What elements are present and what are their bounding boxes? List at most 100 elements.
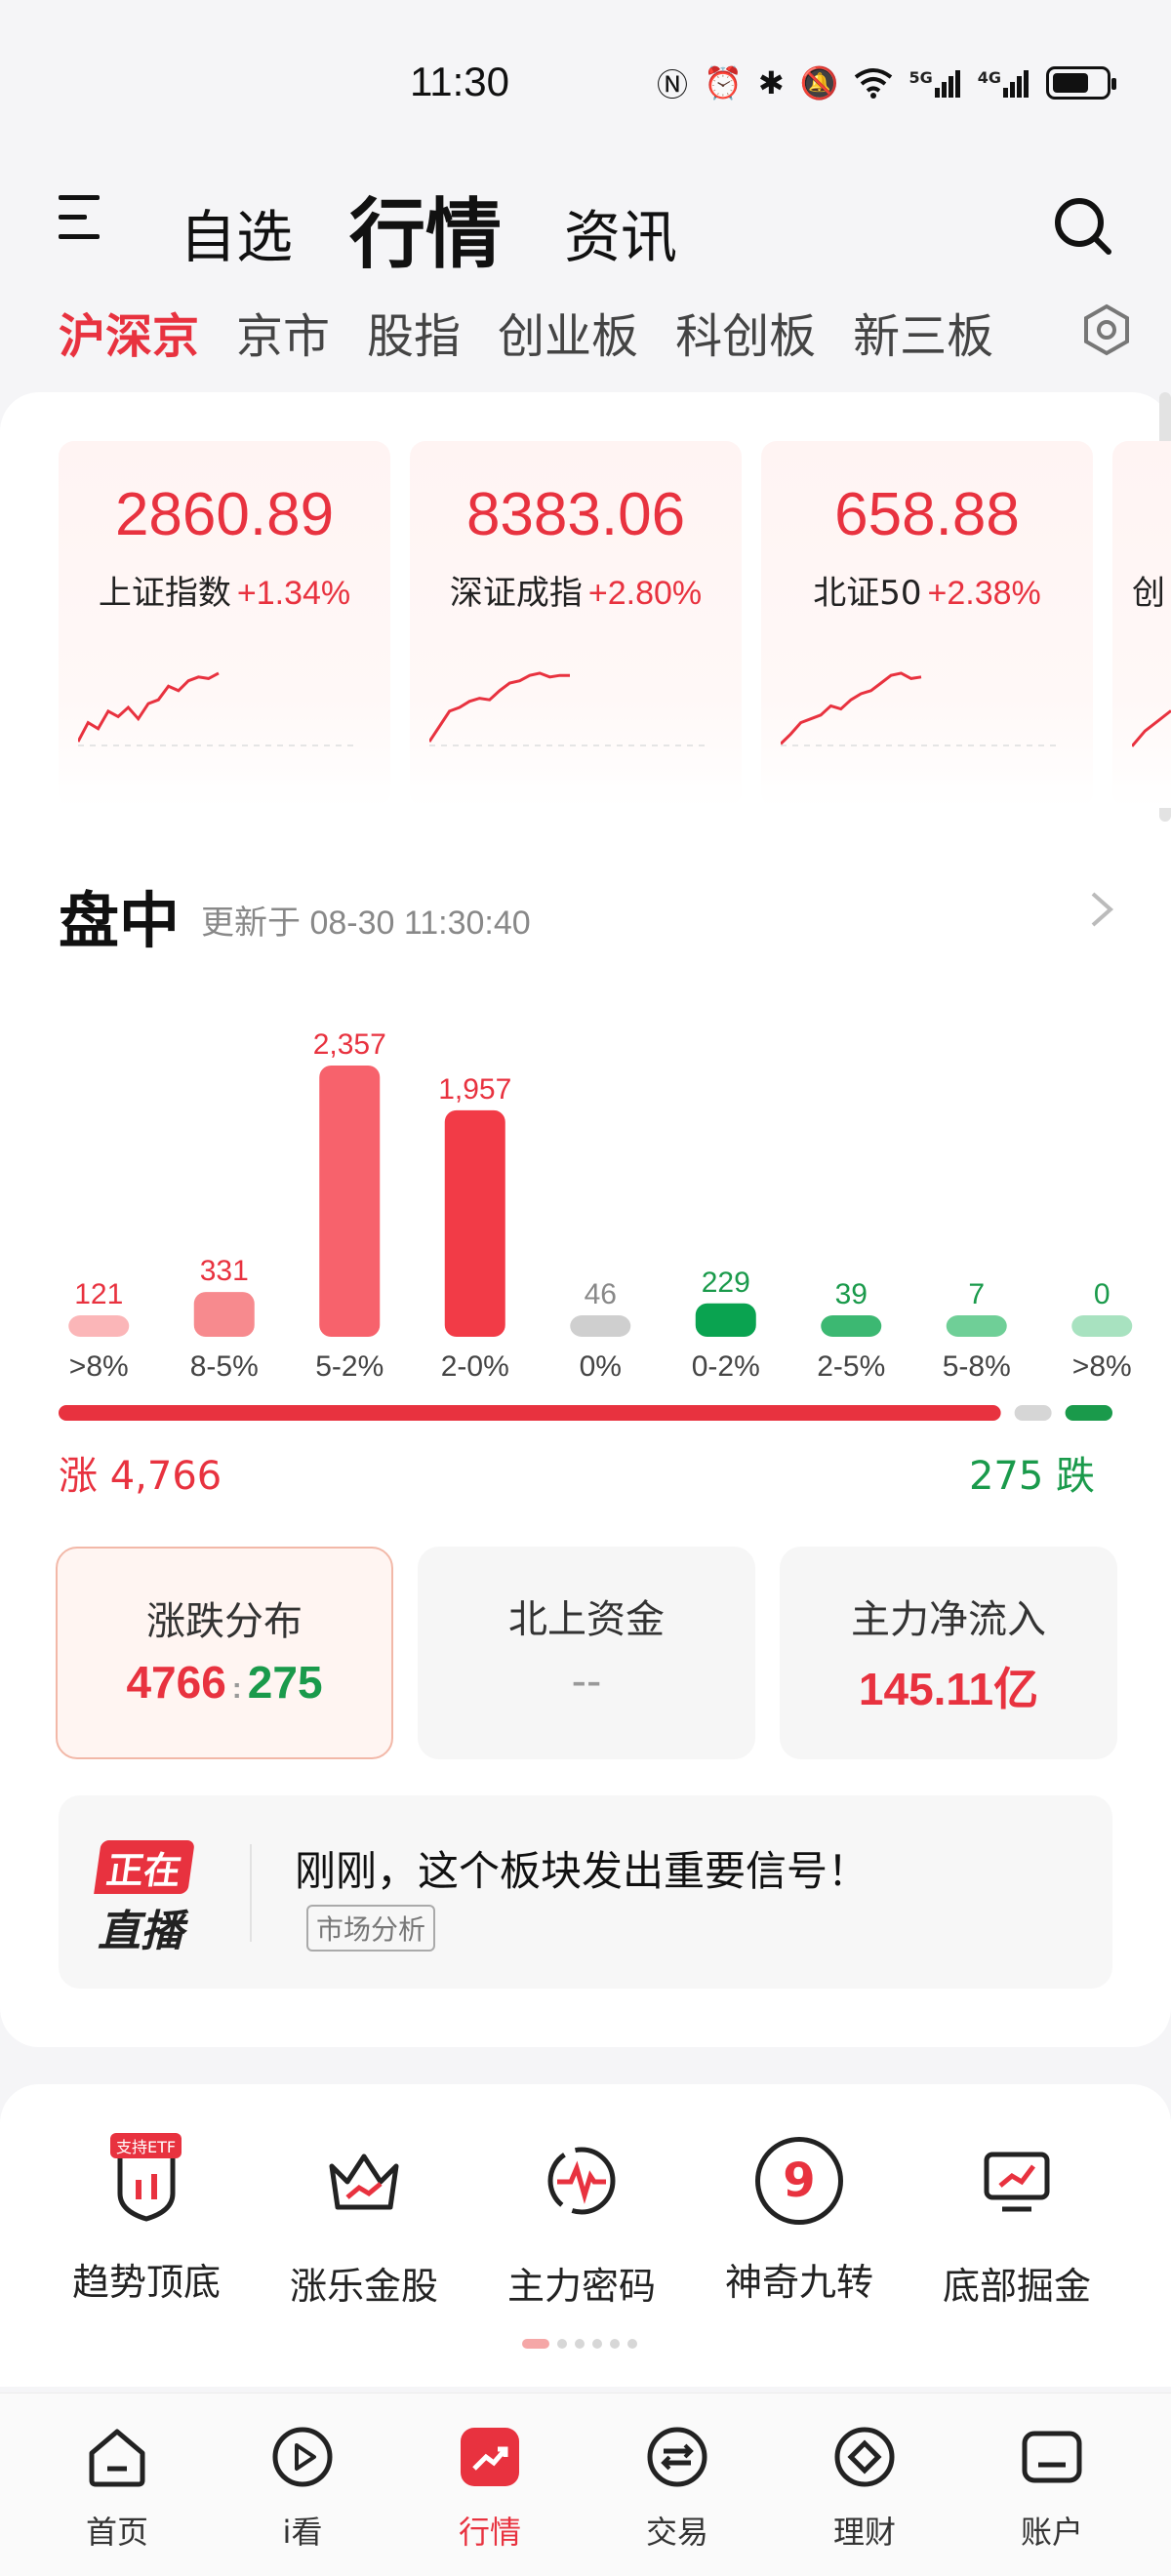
live-banner[interactable]: 正在 直播 刚刚，这个板块发出重要信号！ 市场分析 <box>59 1795 1112 1989</box>
chart-bar[interactable] <box>570 1315 631 1337</box>
chart-bar[interactable] <box>1071 1315 1133 1337</box>
chart-bar[interactable] <box>821 1315 882 1337</box>
gear-icon[interactable] <box>1079 302 1134 357</box>
pulse-icon <box>547 2147 616 2215</box>
nine-turn-icon: 9 <box>755 2137 843 2225</box>
chart-value-label: 7 <box>968 1278 985 1310</box>
index-card-chuangye-partial[interactable]: 创 <box>1112 441 1171 808</box>
feature-card-northbound[interactable]: 北上资金 -- <box>418 1547 755 1759</box>
chart-category-label: 0% <box>580 1350 622 1383</box>
index-card-shenzhen[interactable]: 8383.06 深证成指 +2.80% <box>410 441 742 808</box>
tool-golden-stocks[interactable]: 涨乐金股 <box>257 2137 471 2310</box>
ratio-flat-segment <box>1014 1405 1052 1421</box>
nav-label: 行情 <box>458 2514 521 2551</box>
feature-title: 涨跌分布 <box>146 1599 303 1644</box>
market-tabs: 沪深京 京市 股指 创业板 科创板 新三板 <box>59 298 993 366</box>
nav-home[interactable]: 首页 <box>20 2422 215 2553</box>
chart-bar[interactable] <box>444 1109 505 1337</box>
chart-value-label: 0 <box>1094 1278 1110 1310</box>
tab-news[interactable]: 资讯 <box>564 191 677 273</box>
chart-bar[interactable] <box>319 1066 381 1337</box>
4g-signal-icon: 4G <box>978 68 1030 98</box>
nav-label: 账户 <box>1020 2514 1083 2551</box>
menu-icon[interactable] <box>59 195 100 242</box>
tool-bottom-gold[interactable]: 底部掘金 <box>909 2137 1124 2310</box>
chart-value-label: 46 <box>585 1278 617 1310</box>
chart-category-label: 0-2% <box>692 1350 760 1383</box>
live-tag: 市场分析 <box>306 1905 436 1952</box>
index-change: +2.80% <box>587 575 703 612</box>
mkt-tab-xinsanban[interactable]: 新三板 <box>853 298 993 366</box>
chart-bar[interactable] <box>695 1303 756 1337</box>
mkt-tab-guzhi[interactable]: 股指 <box>367 298 461 366</box>
status-icons: Ⓝ ⏰ ✱ 🔕 5G 4G <box>657 60 1116 105</box>
nav-label: 首页 <box>85 2514 148 2551</box>
chevron-right-icon[interactable] <box>1087 888 1116 931</box>
sparkline-path <box>78 671 220 743</box>
chart-bar[interactable] <box>68 1315 130 1337</box>
update-time: 更新于 08-30 11:30:40 <box>201 905 531 942</box>
live-badge-bottom: 直播 <box>98 1907 183 1956</box>
feature-title: 北上资金 <box>508 1597 665 1642</box>
chart-category-label: 5-2% <box>315 1350 384 1383</box>
chart-value-label: 2,357 <box>313 1028 386 1061</box>
nav-ikan[interactable]: i看 <box>205 2422 400 2553</box>
nav-market[interactable]: 行情 <box>392 2422 587 2553</box>
chart-value-label: 229 <box>702 1267 750 1299</box>
tool-label: 主力密码 <box>506 2265 656 2308</box>
index-card-shanghai[interactable]: 2860.89 上证指数 +1.34% <box>59 441 390 808</box>
nav-label: i看 <box>282 2514 323 2551</box>
nav-wealth[interactable]: 理财 <box>767 2422 962 2553</box>
index-label: 北证50 <box>813 574 922 613</box>
chart-category-label: 2-0% <box>441 1350 509 1383</box>
index-change: +1.34% <box>236 575 351 612</box>
tool-main-force-code[interactable]: 主力密码 <box>474 2137 689 2310</box>
market-trend-icon <box>461 2428 519 2486</box>
nav-account[interactable]: 账户 <box>954 2422 1150 2553</box>
home-icon <box>89 2429 145 2487</box>
index-card-beizheng50[interactable]: 658.88 北证50 +2.38% <box>761 441 1093 808</box>
up-count: 涨 4,766 <box>59 1454 222 1499</box>
chart-bar[interactable] <box>193 1292 255 1337</box>
search-icon[interactable] <box>1052 195 1114 258</box>
distribution-down: 275 <box>247 1657 323 1708</box>
tab-market[interactable]: 行情 <box>349 174 502 283</box>
nav-trade[interactable]: 交易 <box>580 2422 775 2553</box>
crown-icon <box>329 2153 399 2210</box>
feature-value: 4766:275 <box>58 1656 391 1709</box>
chart-value-label: 331 <box>200 1255 249 1287</box>
mkt-tab-kechuang[interactable]: 科创板 <box>675 298 816 366</box>
index-label: 深证成指 <box>449 574 583 613</box>
wifi-icon <box>855 68 893 99</box>
status-time: 11:30 <box>410 59 509 104</box>
bluetooth-icon: ✱ <box>757 64 785 101</box>
mute-icon: 🔕 <box>799 64 839 101</box>
chart-value-label: 1,957 <box>438 1073 511 1106</box>
rise-fall-distribution-chart[interactable]: 121 >8% 331 8-5% 2,357 5-2% 1,957 2-0% 46 0% 229 0-… <box>0 1015 1171 1395</box>
chart-category-label: >8% <box>69 1350 129 1383</box>
tool-label: 底部掘金 <box>942 2265 1091 2308</box>
tool-trend-top-bottom[interactable]: 支持ETF 趋势顶底 <box>39 2133 254 2306</box>
index-name: 北证50 +2.38% <box>761 566 1093 614</box>
chart-bar[interactable] <box>946 1315 1007 1337</box>
feature-value: 145.11亿 <box>858 1664 1039 1714</box>
etf-badge: 支持ETF <box>110 2133 182 2158</box>
mkt-tab-jingshi[interactable]: 京市 <box>236 298 330 366</box>
account-icon <box>1022 2431 1082 2483</box>
feature-card-main-inflow[interactable]: 主力净流入 145.11亿 <box>780 1547 1117 1759</box>
mkt-tab-hushenjing[interactable]: 沪深京 <box>59 298 199 366</box>
feature-value: -- <box>571 1655 602 1706</box>
chart-value-label: 39 <box>835 1278 868 1310</box>
tool-magic-nine[interactable]: 9 神奇九转 <box>692 2137 907 2306</box>
index-value: 8383.06 <box>465 481 686 548</box>
index-value: 2860.89 <box>114 481 335 548</box>
feature-card-distribution[interactable]: 涨跌分布 4766:275 <box>56 1547 393 1759</box>
index-name: 上证指数 +1.34% <box>59 566 390 614</box>
rise-fall-ratio-bar <box>59 1405 1112 1421</box>
tab-watchlist[interactable]: 自选 <box>180 191 293 273</box>
live-title: 刚刚，这个板块发出重要信号！ <box>295 1847 869 1895</box>
mkt-tab-chuangye[interactable]: 创业板 <box>498 298 638 366</box>
index-sparkline <box>429 671 707 746</box>
index-name: 深证成指 +2.80% <box>410 566 742 614</box>
battery-icon <box>1046 66 1116 100</box>
